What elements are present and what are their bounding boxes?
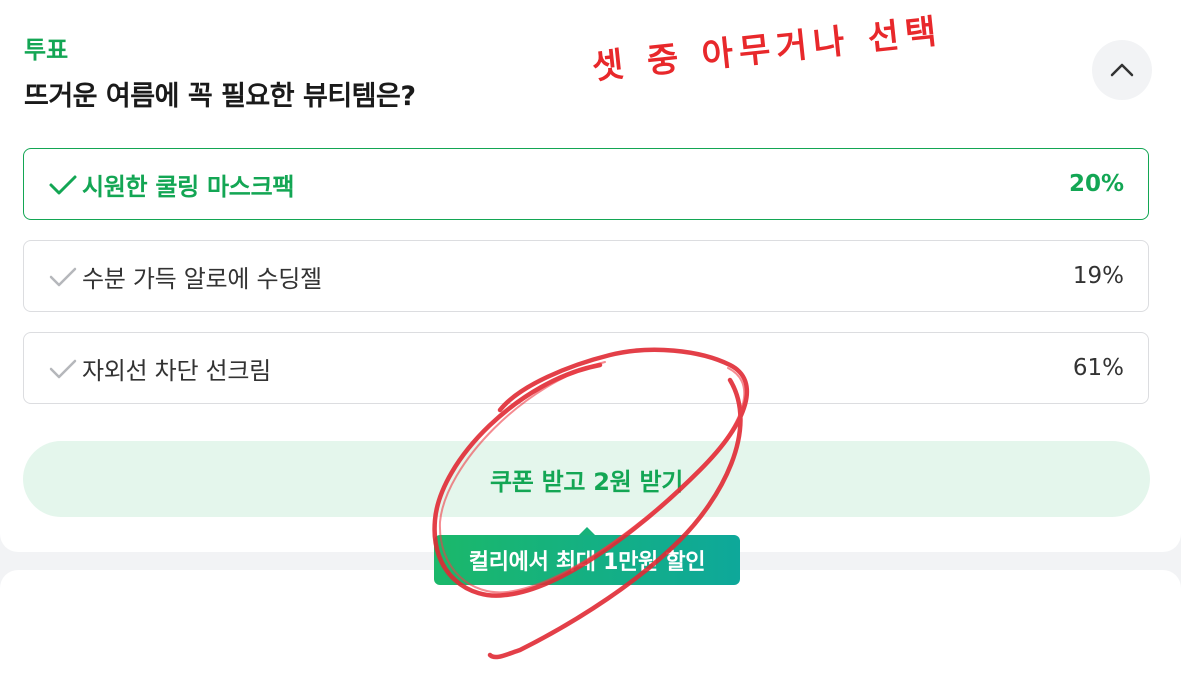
check-icon [49, 267, 77, 287]
check-icon [49, 175, 77, 195]
poll-option-label: 수분 가득 알로에 수딩젤 [82, 264, 322, 293]
poll-option-percent: 20% [1068, 171, 1124, 197]
poll-option-label: 자외선 차단 선크림 [82, 356, 271, 385]
poll-option-1[interactable]: 시원한 쿨링 마스크팩 20% [23, 148, 1149, 220]
collapse-button[interactable] [1092, 40, 1152, 100]
coupon-button[interactable]: 쿠폰 받고 2원 받기 [23, 441, 1150, 517]
chevron-up-icon [1110, 63, 1134, 77]
promo-tooltip: 컬리에서 최대 1만원 할인 [434, 535, 740, 585]
poll-option-percent: 61% [1072, 355, 1124, 381]
poll-option-percent: 19% [1072, 263, 1124, 289]
poll-question: 뜨거운 여름에 꼭 필요한 뷰티템은? [24, 81, 416, 112]
poll-label: 투표 [24, 36, 69, 64]
check-icon [49, 359, 77, 379]
poll-option-2[interactable]: 수분 가득 알로에 수딩젤 19% [23, 240, 1149, 312]
poll-option-label: 시원한 쿨링 마스크팩 [82, 172, 295, 201]
poll-card: 투표 뜨거운 여름에 꼭 필요한 뷰티템은? 시원한 쿨링 마스크팩 20% 수… [0, 0, 1181, 552]
poll-option-3[interactable]: 자외선 차단 선크림 61% [23, 332, 1149, 404]
next-card [0, 570, 1181, 690]
